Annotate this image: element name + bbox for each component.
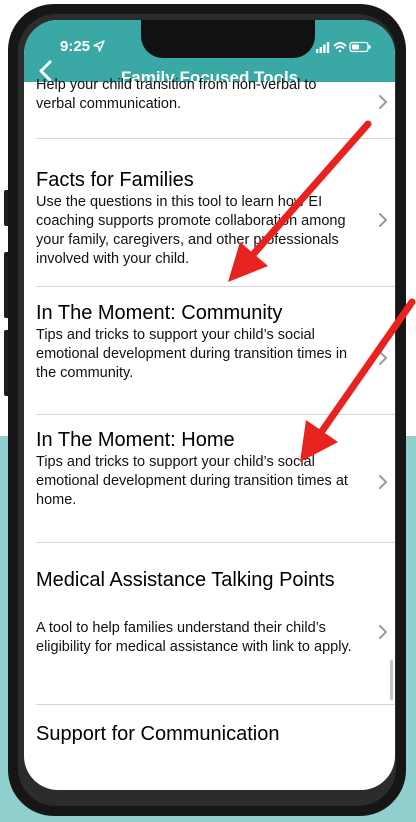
annotation-arrows <box>228 120 416 462</box>
red-arrow-2 <box>300 298 416 462</box>
red-arrow-1 <box>228 120 372 282</box>
